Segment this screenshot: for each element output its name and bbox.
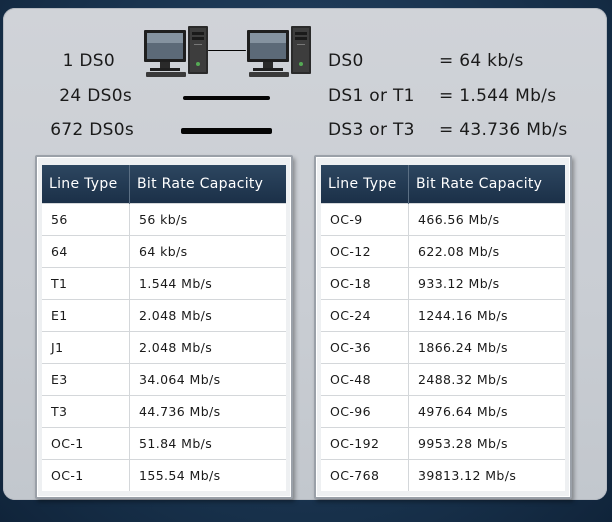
ds1-count-label: 24 DS0s	[59, 86, 132, 106]
ds3-rate-label: = 43.736 Mb/s	[439, 120, 568, 140]
line-rate-table-right: Line Type Bit Rate Capacity OC-9 466.56 M…	[314, 155, 572, 499]
table-row: OC-48 2488.32 Mb/s	[321, 363, 565, 396]
t3-line-bar	[181, 128, 272, 134]
ds1-rate-label: = 1.544 Mb/s	[439, 86, 557, 106]
bit-rate-cell: 933.12 Mb/s	[408, 267, 565, 300]
bit-rate-cell: 51.84 Mb/s	[129, 427, 286, 460]
table-row: T1 1.544 Mb/s	[42, 267, 286, 300]
bit-rate-cell: 2.048 Mb/s	[129, 299, 286, 332]
bit-rate-cell: 2.048 Mb/s	[129, 331, 286, 364]
ds3-count-label: 672 DS0s	[50, 120, 134, 140]
column-header-line-type: Line Type	[321, 165, 409, 204]
table-row: J1 2.048 Mb/s	[42, 331, 286, 364]
bit-rate-cell: 9953.28 Mb/s	[408, 427, 565, 460]
line-type-cell: OC-12	[321, 235, 409, 268]
table-row: E3 34.064 Mb/s	[42, 363, 286, 396]
table-row: 56 56 kb/s	[42, 203, 286, 236]
ds1-line-label: DS1 or T1	[328, 86, 415, 106]
bit-rate-cell: 155.54 Mb/s	[129, 459, 286, 491]
bit-rate-cell: 1244.16 Mb/s	[408, 299, 565, 332]
column-header-bit-rate: Bit Rate Capacity	[129, 165, 286, 204]
line-type-cell: 64	[42, 235, 130, 268]
table-row: OC-36 1866.24 Mb/s	[321, 331, 565, 364]
line-type-cell: 56	[42, 203, 130, 236]
table-row: OC-1 155.54 Mb/s	[42, 459, 286, 491]
bit-rate-cell: 64 kb/s	[129, 235, 286, 268]
line-type-cell: E1	[42, 299, 130, 332]
table-row: OC-18 933.12 Mb/s	[321, 267, 565, 300]
ds3-line-label: DS3 or T3	[328, 120, 415, 140]
bit-rate-cell: 1.544 Mb/s	[129, 267, 286, 300]
rate-table: Line Type Bit Rate Capacity OC-9 466.56 M…	[321, 165, 565, 491]
column-header-bit-rate: Bit Rate Capacity	[408, 165, 565, 204]
line-type-cell: OC-1	[42, 459, 130, 491]
table-row: OC-1 51.84 Mb/s	[42, 427, 286, 460]
column-header-line-type: Line Type	[42, 165, 130, 204]
table-row: E1 2.048 Mb/s	[42, 299, 286, 332]
line-type-cell: OC-768	[321, 459, 409, 491]
table-row: OC-12 622.08 Mb/s	[321, 235, 565, 268]
line-type-cell: J1	[42, 331, 130, 364]
table-row: OC-9 466.56 Mb/s	[321, 203, 565, 236]
line-type-cell: OC-36	[321, 331, 409, 364]
bit-rate-cell: 1866.24 Mb/s	[408, 331, 565, 364]
line-type-cell: OC-96	[321, 395, 409, 428]
line-type-cell: T3	[42, 395, 130, 428]
line-type-cell: E3	[42, 363, 130, 396]
table-header-row: Line Type Bit Rate Capacity	[42, 165, 286, 204]
ds0-line-label: DS0	[328, 51, 364, 71]
line-type-cell: T1	[42, 267, 130, 300]
table-row: OC-192 9953.28 Mb/s	[321, 427, 565, 460]
line-type-cell: OC-9	[321, 203, 409, 236]
computer-icon	[247, 26, 311, 77]
t1-line-bar	[183, 96, 270, 100]
ds0-rate-label: = 64 kb/s	[439, 51, 524, 71]
network-link	[208, 50, 246, 51]
table-header-row: Line Type Bit Rate Capacity	[321, 165, 565, 204]
table-row: T3 44.736 Mb/s	[42, 395, 286, 428]
table-row: OC-96 4976.64 Mb/s	[321, 395, 565, 428]
bit-rate-cell: 56 kb/s	[129, 203, 286, 236]
bit-rate-cell: 4976.64 Mb/s	[408, 395, 565, 428]
bit-rate-cell: 34.064 Mb/s	[129, 363, 286, 396]
computer-icon	[144, 26, 208, 77]
table-row: OC-24 1244.16 Mb/s	[321, 299, 565, 332]
table-row: 64 64 kb/s	[42, 235, 286, 268]
line-type-cell: OC-18	[321, 267, 409, 300]
line-type-cell: OC-24	[321, 299, 409, 332]
rate-table: Line Type Bit Rate Capacity 56 56 kb/s 64…	[42, 165, 286, 491]
bit-rate-cell: 622.08 Mb/s	[408, 235, 565, 268]
bit-rate-cell: 2488.32 Mb/s	[408, 363, 565, 396]
line-type-cell: OC-192	[321, 427, 409, 460]
ds0-count-label: 1 DS0	[62, 51, 115, 71]
bit-rate-cell: 466.56 Mb/s	[408, 203, 565, 236]
line-rate-table-left: Line Type Bit Rate Capacity 56 56 kb/s 64…	[35, 155, 293, 499]
line-type-cell: OC-1	[42, 427, 130, 460]
line-type-cell: OC-48	[321, 363, 409, 396]
table-row: OC-768 39813.12 Mb/s	[321, 459, 565, 491]
bit-rate-cell: 39813.12 Mb/s	[408, 459, 565, 491]
bit-rate-cell: 44.736 Mb/s	[129, 395, 286, 428]
